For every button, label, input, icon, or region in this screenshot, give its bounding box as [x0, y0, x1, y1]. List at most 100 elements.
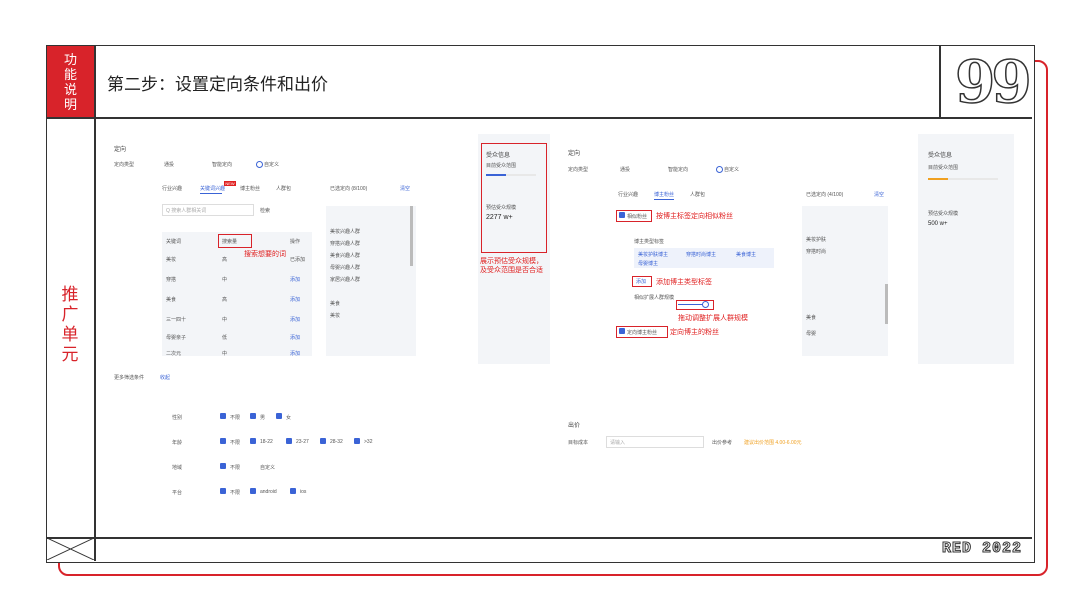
type-opt-all[interactable]: 通投	[620, 166, 630, 173]
table-cell[interactable]: 添加	[290, 296, 300, 303]
checkbox-icon[interactable]	[290, 488, 296, 494]
list-item: 美妆兴趣人群	[330, 229, 361, 235]
bid-heading: 出价	[568, 423, 581, 429]
tab-keyword[interactable]: 关键词兴趣	[200, 185, 225, 192]
checkbox-icon[interactable]	[619, 328, 625, 334]
collapse-link[interactable]: 收起	[160, 374, 170, 381]
target-label: 定向博主粉丝	[627, 330, 658, 336]
clear-link[interactable]: 清空	[874, 191, 884, 198]
table-cell[interactable]: 添加	[290, 334, 300, 341]
table-cell: 美食	[166, 297, 177, 303]
range-bar-fill	[486, 174, 506, 176]
checkbox-icon[interactable]	[286, 438, 292, 444]
list-item: 穿搭兴趣人群	[330, 241, 361, 247]
table-cell: 美妆	[166, 257, 177, 263]
checkbox-icon[interactable]	[220, 463, 226, 469]
checkbox-icon[interactable]	[354, 438, 360, 444]
estimate-value: 500 w+	[928, 221, 948, 227]
region-opt[interactable]: 自定义	[260, 464, 275, 471]
right-screenshot: 定向 定向类型 通投 智能定向 自定义 行业兴趣 博主粉丝 人群包 相似粉丝 按…	[560, 134, 908, 364]
checkbox-icon[interactable]	[619, 212, 625, 218]
checkbox-icon[interactable]	[250, 488, 256, 494]
quote-divider	[939, 46, 941, 117]
checkbox-icon[interactable]	[220, 438, 226, 444]
table-cell: 中	[222, 317, 228, 323]
bid-panel: 出价 目标成本 请输入 出价参考 建议出价范围 4.00-6.00元	[560, 366, 1014, 516]
more-filters-label: 更多筛选条件	[114, 375, 145, 381]
tab-industry[interactable]: 行业兴趣	[162, 185, 182, 192]
radio-icon[interactable]	[716, 166, 723, 173]
gender-opt: 女	[286, 415, 292, 421]
type-opt-smart[interactable]: 智能定向	[212, 161, 232, 168]
table-cell: 中	[222, 351, 228, 357]
table-cell[interactable]: 已添加	[290, 256, 305, 263]
section-heading: 定向	[568, 151, 581, 157]
list-item: 美妆护肤	[806, 237, 827, 243]
slider-handle[interactable]	[702, 301, 709, 308]
tag[interactable]: 美妆护肤博主	[638, 251, 668, 258]
tab-underline	[200, 193, 222, 194]
annotation-note: 按博主标签定向相似粉丝	[656, 213, 733, 220]
type-opt-all[interactable]: 通投	[164, 161, 174, 168]
age-opt: >32	[364, 439, 373, 445]
section-label: 推广单元	[61, 285, 79, 364]
age-opt: 28-32	[330, 439, 343, 445]
type-label: 定向类型	[568, 167, 589, 173]
bid-hint: 出价参考	[712, 440, 733, 446]
annotation-note: 拖动调整扩展人群规模	[678, 315, 748, 322]
slider-label: 相似扩展人群规模	[634, 295, 675, 301]
table-cell: 高	[222, 257, 228, 263]
table-cell: 三一四十	[166, 317, 187, 323]
table-cell[interactable]: 添加	[290, 276, 300, 283]
highlight-box	[218, 234, 252, 248]
list-item: 美妆	[330, 313, 341, 319]
table-cell: 穿搭	[166, 277, 177, 283]
checkbox-icon[interactable]	[276, 413, 282, 419]
tab-industry[interactable]: 行业兴趣	[618, 191, 638, 198]
type-opt-custom[interactable]: 自定义	[724, 166, 739, 173]
age-label: 年龄	[172, 440, 183, 446]
checkbox-icon[interactable]	[220, 488, 226, 494]
estimate-value: 2277 w+	[486, 214, 513, 221]
cross-icon	[47, 538, 94, 560]
tab-blogger[interactable]: 博主粉丝	[240, 185, 260, 192]
type-label: 定向类型	[114, 162, 135, 168]
tag[interactable]: 穿搭时尚博主	[686, 251, 716, 258]
brand-logo: RED 2022	[941, 540, 1023, 558]
table-cell[interactable]: 添加	[290, 316, 300, 323]
clear-link[interactable]: 清空	[400, 185, 410, 192]
tab-crowd[interactable]: 人群包	[276, 185, 291, 192]
bid-range: 建议出价范围 4.00-6.00元	[744, 440, 802, 446]
tab-underline	[654, 199, 674, 200]
list-item: 穿搭时尚	[806, 249, 827, 255]
search-input[interactable]: Q 搜索人群相关词	[162, 204, 254, 216]
checkbox-icon[interactable]	[320, 438, 326, 444]
add-tag-button[interactable]: 添加	[636, 278, 646, 285]
range-bar-fill	[928, 178, 948, 180]
scrollbar[interactable]	[410, 206, 413, 266]
tab-blogger[interactable]: 博主粉丝	[654, 191, 674, 198]
type-opt-custom[interactable]: 自定义	[264, 161, 279, 168]
tag[interactable]: 美食博主	[736, 251, 756, 258]
scrollbar[interactable]	[885, 284, 888, 324]
checkbox-icon[interactable]	[250, 438, 256, 444]
bid-input[interactable]: 请输入	[606, 436, 704, 448]
age-opt: 23-27	[296, 439, 309, 445]
radio-icon[interactable]	[256, 161, 263, 168]
table-header: 关键词	[166, 239, 182, 245]
type-opt-smart[interactable]: 智能定向	[668, 166, 688, 173]
selected-title: 已选定向 (8/100)	[330, 186, 368, 192]
audience-panel-left: 受众信息 目前受众范围 预估受众规模 2277 w+ 展示预估受众规模， 及受众…	[478, 134, 550, 364]
checkbox-icon[interactable]	[220, 413, 226, 419]
feature-label: 功能说明	[47, 46, 94, 117]
blogger-type-label: 博主类型标签	[634, 239, 665, 245]
tab-crowd[interactable]: 人群包	[690, 191, 705, 198]
tag[interactable]: 母婴博主	[638, 260, 658, 267]
checkbox-icon[interactable]	[250, 413, 256, 419]
table-cell: 低	[222, 335, 228, 341]
age-opt: 18-22	[260, 439, 273, 445]
search-button[interactable]: 检索	[260, 207, 270, 214]
side-divider	[94, 46, 96, 561]
section-heading: 定向	[114, 147, 127, 153]
table-cell[interactable]: 添加	[290, 350, 300, 357]
